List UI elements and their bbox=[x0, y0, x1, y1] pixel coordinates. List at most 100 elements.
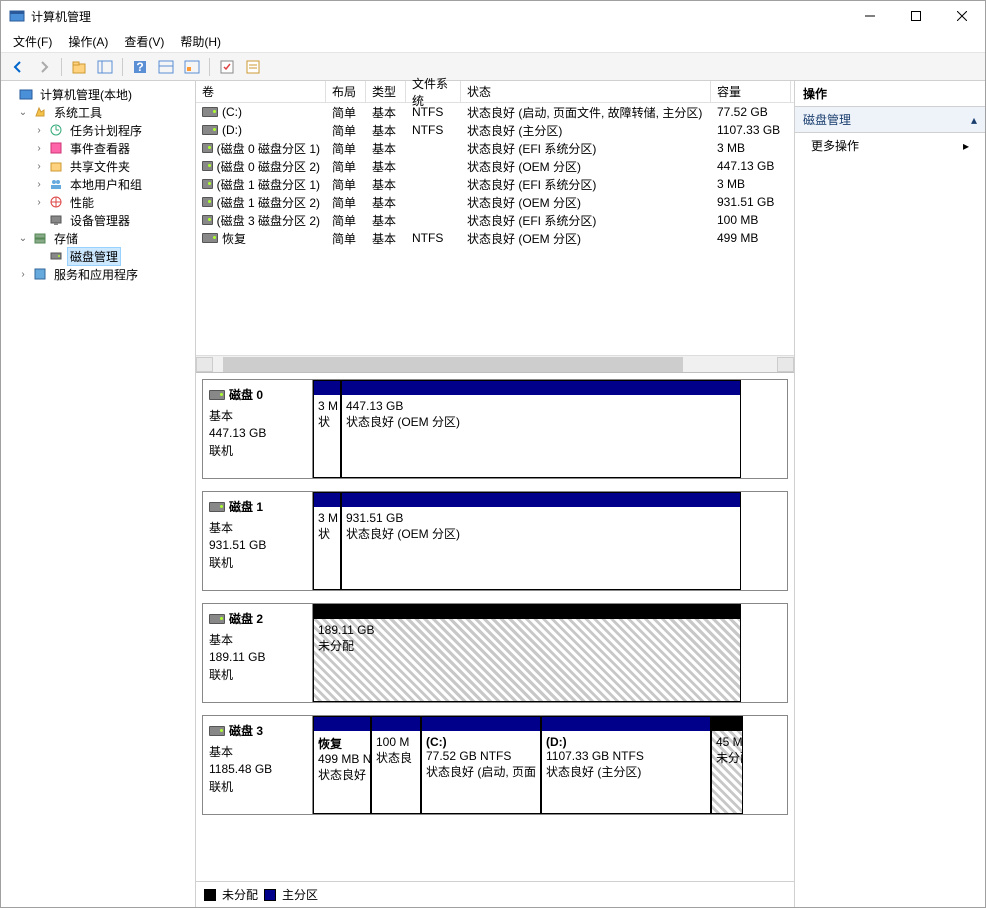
tree-performance[interactable]: ›性能 bbox=[3, 193, 193, 211]
volume-icon bbox=[202, 197, 213, 207]
tree-system-tools[interactable]: ⌄系统工具 bbox=[3, 103, 193, 121]
view-top-button[interactable] bbox=[155, 56, 177, 78]
window-title: 计算机管理 bbox=[31, 8, 847, 25]
partition-bar bbox=[422, 717, 540, 731]
scroll-right-button[interactable] bbox=[777, 357, 794, 372]
actions-section[interactable]: 磁盘管理▴ bbox=[795, 107, 985, 133]
minimize-button[interactable] bbox=[847, 1, 893, 31]
disk-icon bbox=[209, 726, 225, 736]
volume-list-body[interactable]: (C:)简单基本NTFS状态良好 (启动, 页面文件, 故障转储, 主分区)77… bbox=[196, 103, 794, 355]
tree-task-scheduler[interactable]: ›任务计划程序 bbox=[3, 121, 193, 139]
menu-view[interactable]: 查看(V) bbox=[116, 31, 172, 52]
disk-row[interactable]: 磁盘 3基本1185.48 GB联机恢复499 MB N状态良好 (100 M状… bbox=[202, 715, 788, 815]
volume-row[interactable]: (磁盘 1 磁盘分区 1)简单基本状态良好 (EFI 系统分区)3 MB bbox=[196, 175, 794, 193]
col-volume[interactable]: 卷 bbox=[196, 81, 326, 102]
actions-more[interactable]: 更多操作▸ bbox=[795, 133, 985, 158]
details-pane: 卷 布局 类型 文件系统 状态 容量 (C:)简单基本NTFS状态良好 (启动,… bbox=[196, 81, 795, 907]
col-status[interactable]: 状态 bbox=[461, 81, 711, 102]
volume-icon bbox=[202, 161, 213, 171]
partition[interactable]: 189.11 GB未分配 bbox=[313, 604, 741, 702]
menu-action[interactable]: 操作(A) bbox=[60, 31, 116, 52]
volume-icon bbox=[202, 179, 213, 189]
properties-button[interactable] bbox=[242, 56, 264, 78]
partition[interactable]: 931.51 GB状态良好 (OEM 分区) bbox=[341, 492, 741, 590]
disk-diagram-pane[interactable]: 磁盘 0基本447.13 GB联机3 M状447.13 GB状态良好 (OEM … bbox=[196, 373, 794, 881]
col-layout[interactable]: 布局 bbox=[326, 81, 366, 102]
partition[interactable]: 3 M状 bbox=[313, 492, 341, 590]
partition[interactable]: 447.13 GB状态良好 (OEM 分区) bbox=[341, 380, 741, 478]
back-button[interactable] bbox=[7, 56, 29, 78]
volume-row[interactable]: (C:)简单基本NTFS状态良好 (启动, 页面文件, 故障转储, 主分区)77… bbox=[196, 103, 794, 121]
show-hide-tree-button[interactable] bbox=[94, 56, 116, 78]
navigation-tree[interactable]: 计算机管理(本地) ⌄系统工具 ›任务计划程序 ›事件查看器 ›共享文件夹 ›本… bbox=[1, 81, 196, 907]
partition-bar bbox=[542, 717, 710, 731]
tree-local-users[interactable]: ›本地用户和组 bbox=[3, 175, 193, 193]
volume-list: 卷 布局 类型 文件系统 状态 容量 (C:)简单基本NTFS状态良好 (启动,… bbox=[196, 81, 794, 373]
menu-help[interactable]: 帮助(H) bbox=[172, 31, 229, 52]
disk-partitions: 3 M状447.13 GB状态良好 (OEM 分区) bbox=[313, 380, 787, 478]
actions-pane: 操作 磁盘管理▴ 更多操作▸ bbox=[795, 81, 985, 907]
close-button[interactable] bbox=[939, 1, 985, 31]
volume-icon bbox=[202, 125, 218, 135]
col-type[interactable]: 类型 bbox=[366, 81, 406, 102]
volume-icon bbox=[202, 215, 213, 225]
partition[interactable]: 恢复499 MB N状态良好 ( bbox=[313, 716, 371, 814]
up-button[interactable] bbox=[68, 56, 90, 78]
legend-primary-swatch bbox=[264, 889, 276, 901]
disk-icon bbox=[209, 614, 225, 624]
menu-bar: 文件(F) 操作(A) 查看(V) 帮助(H) bbox=[1, 31, 985, 53]
maximize-button[interactable] bbox=[893, 1, 939, 31]
volume-row[interactable]: (磁盘 0 磁盘分区 2)简单基本状态良好 (OEM 分区)447.13 GB bbox=[196, 157, 794, 175]
partition-bar bbox=[342, 381, 740, 395]
partition-bar bbox=[372, 717, 420, 731]
disk-row[interactable]: 磁盘 1基本931.51 GB联机3 M状931.51 GB状态良好 (OEM … bbox=[202, 491, 788, 591]
partition-bar bbox=[314, 605, 740, 619]
tree-disk-management[interactable]: 磁盘管理 bbox=[3, 247, 193, 265]
volume-row[interactable]: (磁盘 3 磁盘分区 2)简单基本状态良好 (EFI 系统分区)100 MB bbox=[196, 211, 794, 229]
volume-row[interactable]: (磁盘 1 磁盘分区 2)简单基本状态良好 (OEM 分区)931.51 GB bbox=[196, 193, 794, 211]
disk-info: 磁盘 3基本1185.48 GB联机 bbox=[203, 716, 313, 814]
legend-unalloc-swatch bbox=[204, 889, 216, 901]
tree-root[interactable]: 计算机管理(本地) bbox=[3, 85, 193, 103]
partition[interactable]: (D:)1107.33 GB NTFS状态良好 (主分区) bbox=[541, 716, 711, 814]
tree-event-viewer[interactable]: ›事件查看器 bbox=[3, 139, 193, 157]
disk-info: 磁盘 2基本189.11 GB联机 bbox=[203, 604, 313, 702]
col-filesystem[interactable]: 文件系统 bbox=[406, 81, 461, 102]
col-capacity[interactable]: 容量 bbox=[711, 81, 791, 102]
tree-services-apps[interactable]: ›服务和应用程序 bbox=[3, 265, 193, 283]
partition-bar bbox=[314, 381, 340, 395]
volume-row[interactable]: (D:)简单基本NTFS状态良好 (主分区)1107.33 GB bbox=[196, 121, 794, 139]
partition[interactable]: (C:)77.52 GB NTFS状态良好 (启动, 页面 bbox=[421, 716, 541, 814]
scroll-thumb[interactable] bbox=[223, 357, 683, 372]
app-icon bbox=[9, 8, 25, 24]
partition[interactable]: 3 M状 bbox=[313, 380, 341, 478]
legend: 未分配 主分区 bbox=[196, 881, 794, 907]
tree-storage[interactable]: ⌄存储 bbox=[3, 229, 193, 247]
forward-button[interactable] bbox=[33, 56, 55, 78]
legend-primary-label: 主分区 bbox=[282, 886, 318, 903]
refresh-button[interactable] bbox=[216, 56, 238, 78]
partition[interactable]: 100 M状态良 bbox=[371, 716, 421, 814]
volume-icon bbox=[202, 233, 218, 243]
chevron-right-icon: ▸ bbox=[963, 139, 969, 153]
tree-device-manager[interactable]: 设备管理器 bbox=[3, 211, 193, 229]
svg-text:?: ? bbox=[136, 60, 143, 74]
tree-shared-folders[interactable]: ›共享文件夹 bbox=[3, 157, 193, 175]
help-button[interactable]: ? bbox=[129, 56, 151, 78]
disk-row[interactable]: 磁盘 0基本447.13 GB联机3 M状447.13 GB状态良好 (OEM … bbox=[202, 379, 788, 479]
toolbar-separator bbox=[209, 58, 210, 76]
horizontal-scrollbar[interactable] bbox=[196, 355, 794, 372]
volume-row[interactable]: (磁盘 0 磁盘分区 1)简单基本状态良好 (EFI 系统分区)3 MB bbox=[196, 139, 794, 157]
volume-row[interactable]: 恢复简单基本NTFS状态良好 (OEM 分区)499 MB bbox=[196, 229, 794, 247]
volume-icon bbox=[202, 107, 218, 117]
scroll-left-button[interactable] bbox=[196, 357, 213, 372]
disk-row[interactable]: 磁盘 2基本189.11 GB联机189.11 GB未分配 bbox=[202, 603, 788, 703]
menu-file[interactable]: 文件(F) bbox=[5, 31, 60, 52]
disk-partitions: 189.11 GB未分配 bbox=[313, 604, 787, 702]
toolbar: ? bbox=[1, 53, 985, 81]
volume-list-header: 卷 布局 类型 文件系统 状态 容量 bbox=[196, 81, 794, 103]
disk-info: 磁盘 0基本447.13 GB联机 bbox=[203, 380, 313, 478]
partition-bar bbox=[314, 717, 370, 731]
partition[interactable]: 45 M未分配 bbox=[711, 716, 743, 814]
view-bottom-button[interactable] bbox=[181, 56, 203, 78]
